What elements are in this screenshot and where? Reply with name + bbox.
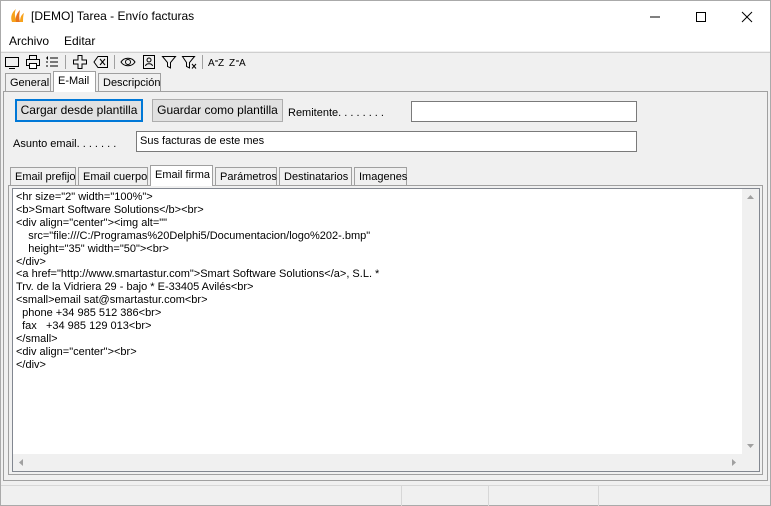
menu-editar[interactable]: Editar [64,34,95,48]
clear-filter-icon[interactable] [181,54,197,70]
tab-descripcion[interactable]: Descripción [98,73,161,92]
sender-field[interactable] [411,101,637,122]
svg-text:A: A [239,58,246,69]
svg-text:Z: Z [229,58,235,69]
title-bar[interactable]: [DEMO] Tarea - Envío facturas [1,1,770,31]
scroll-left-icon[interactable] [13,454,30,471]
close-button[interactable] [724,1,770,31]
sort-asc-icon[interactable]: AZ [208,54,224,70]
delete-icon[interactable] [93,54,109,70]
scroll-down-icon[interactable] [742,437,759,454]
email-tab-panel: Cargar desde plantilla Guardar como plan… [3,91,768,481]
subtab-parametros[interactable]: Parámetros [215,167,277,186]
subtab-destinatarios[interactable]: Destinatarios [279,167,352,186]
status-panel [598,486,770,506]
status-panel [401,486,488,506]
horizontal-scrollbar[interactable] [13,454,742,471]
menu-archivo[interactable]: Archivo [9,34,49,48]
app-window: [DEMO] Tarea - Envío facturas Archivo Ed… [0,0,771,506]
subject-label: Asunto email. . . . . . . [13,138,117,150]
tab-general[interactable]: General [5,73,51,92]
signature-tab-panel: <hr size="2" width="100%"> <b>Smart Soft… [8,185,763,475]
load-template-button[interactable]: Cargar desde plantilla [15,99,143,122]
signature-editor[interactable]: <hr size="2" width="100%"> <b>Smart Soft… [12,188,760,472]
subtab-email-cuerpo[interactable]: Email cuerpo [78,167,148,186]
window-title: [DEMO] Tarea - Envío facturas [31,9,195,23]
window-icon[interactable] [4,54,20,70]
toolbar-separator [65,55,66,69]
filter-icon[interactable] [161,54,177,70]
list-icon[interactable] [44,54,60,70]
print-icon[interactable] [25,54,41,70]
toolbar-separator [114,55,115,69]
toolbar-separator [202,55,203,69]
subtab-email-prefijo[interactable]: Email prefijo [10,167,76,186]
save-template-button[interactable]: Guardar como plantilla [152,99,283,122]
signature-html-text[interactable]: <hr size="2" width="100%"> <b>Smart Soft… [16,191,741,372]
svg-text:Z: Z [218,58,224,69]
user-card-icon[interactable] [141,54,157,70]
view-icon[interactable] [120,54,136,70]
add-icon[interactable] [72,54,88,70]
scroll-right-icon[interactable] [725,454,742,471]
tab-email[interactable]: E-Mail [53,71,96,92]
maximize-button[interactable] [678,1,724,31]
scrollbar-corner [742,454,759,471]
menu-bar: Archivo Editar [1,31,770,51]
subtab-imagenes[interactable]: Imagenes [354,167,407,186]
subject-field[interactable]: Sus facturas de este mes [136,131,637,152]
svg-text:A: A [208,58,215,69]
scroll-up-icon[interactable] [742,189,759,206]
app-logo-icon [9,8,25,24]
subtab-email-firma[interactable]: Email firma [150,165,213,186]
sort-desc-icon[interactable]: ZA [229,54,246,70]
minimize-button[interactable] [632,1,678,31]
sender-label: Remitente. . . . . . . . [288,107,384,119]
vertical-scrollbar[interactable] [742,189,759,454]
toolbar: AZ ZA [1,52,770,71]
status-panel [488,486,598,506]
status-bar [1,485,770,506]
